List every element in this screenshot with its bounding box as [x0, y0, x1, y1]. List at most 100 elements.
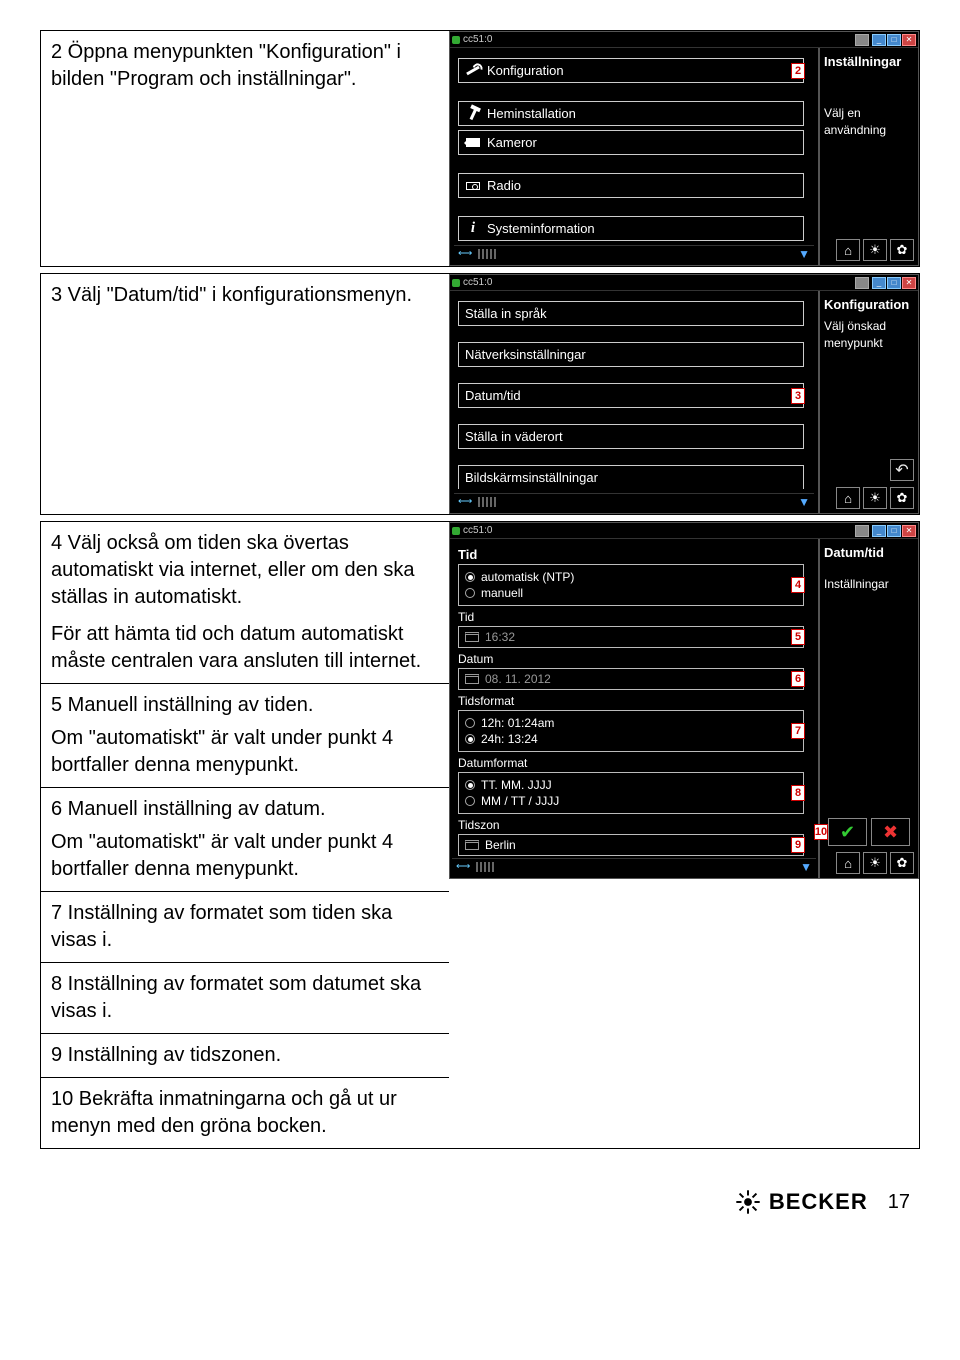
datumformat-group[interactable]: TT. MM. JJJJ MM / TT / JJJJ 8	[458, 772, 804, 814]
menu-systeminfo[interactable]: i Systeminformation	[458, 216, 804, 241]
input-tidszon[interactable]: Berlin 9	[458, 834, 804, 856]
menu-heminstallation[interactable]: Heminstallation	[458, 101, 804, 126]
close-icon[interactable]: ✕	[902, 277, 916, 289]
scroll-down-icon[interactable]: ▼	[798, 495, 810, 509]
signal-icon	[478, 249, 496, 259]
menu-label: Nätverksinställningar	[465, 347, 586, 362]
step4-cell: 4 Välj också om tiden ska övertas automa…	[41, 522, 449, 683]
wrench-icon	[465, 64, 481, 78]
maximize-icon[interactable]: □	[887, 34, 901, 46]
section-tid: Tid	[458, 547, 810, 562]
sun-icon[interactable]: ☀	[863, 239, 887, 261]
radio-manuell[interactable]: manuell	[465, 586, 797, 600]
marker-10: 10	[814, 824, 828, 840]
marker-2: 2	[791, 63, 805, 79]
menu-konfiguration[interactable]: Konfiguration 2	[458, 58, 804, 83]
menu-vader[interactable]: Ställa in väderort	[458, 424, 804, 449]
sun-icon[interactable]: ☀	[863, 487, 887, 509]
camera-icon	[465, 136, 481, 150]
marker-7: 7	[791, 723, 805, 739]
radio-icon	[465, 572, 475, 582]
home-icon[interactable]: ⌂	[836, 852, 860, 874]
step2-device: cc51:0 _ □ ✕ Konfiguration 2	[449, 31, 919, 266]
cancel-button[interactable]: ✖	[871, 818, 910, 846]
connection-icon: ⟷	[456, 861, 470, 872]
radio-12h[interactable]: 12h: 01:24am	[465, 716, 797, 730]
step5-cell: 5 Manuell inställning av tiden. Om "auto…	[41, 683, 449, 787]
menu-kameror[interactable]: Kameror	[458, 130, 804, 155]
menu-bildskarm[interactable]: Bildskärmsinställningar	[458, 465, 804, 489]
menu-label: Heminstallation	[487, 106, 576, 121]
step9-cell: 9 Inställning av tidszonen.	[41, 1033, 449, 1077]
minimize-icon[interactable]: _	[872, 277, 886, 289]
radio-24h[interactable]: 24h: 13:24	[465, 732, 797, 746]
input-tid[interactable]: 16:32 5	[458, 626, 804, 648]
status-bar: ⟷ ▼	[454, 493, 814, 509]
maximize-icon[interactable]: □	[887, 277, 901, 289]
close-icon[interactable]: ✕	[902, 525, 916, 537]
printer-icon[interactable]	[855, 277, 869, 289]
gear-icon[interactable]: ✿	[890, 239, 914, 261]
radio-icon	[465, 718, 475, 728]
connection-icon: ⟷	[458, 496, 472, 507]
menu-radio[interactable]: Radio	[458, 173, 804, 198]
step6-b: Om "automatiskt" är valt under punkt 4 b…	[51, 829, 439, 883]
step4-p1: 4 Välj också om tiden ska övertas automa…	[51, 530, 439, 611]
radio-df1[interactable]: TT. MM. JJJJ	[465, 778, 797, 792]
radio-icon	[465, 796, 475, 806]
printer-icon[interactable]	[855, 34, 869, 46]
step4-row: 4 Välj också om tiden ska övertas automa…	[40, 521, 920, 1149]
back-icon[interactable]: ↶	[890, 459, 914, 481]
side-sub2: menypunkt	[824, 335, 914, 352]
step8-cell: 8 Inställning av formatet som datumet sk…	[41, 962, 449, 1033]
radio-icon	[465, 780, 475, 790]
radio-label: TT. MM. JJJJ	[481, 778, 552, 792]
gear-icon[interactable]: ✿	[890, 487, 914, 509]
gear-icon[interactable]: ✿	[890, 852, 914, 874]
minimize-icon[interactable]: _	[872, 34, 886, 46]
step4-device: cc51:0 _ □ ✕ Tid automatisk (NTP) manuel…	[449, 522, 919, 879]
scroll-down-icon[interactable]: ▼	[800, 860, 812, 874]
menu-natverk[interactable]: Nätverksinställningar	[458, 342, 804, 367]
sun-icon[interactable]: ☀	[863, 852, 887, 874]
step4-p2: För att hämta tid och datum automatiskt …	[51, 621, 439, 675]
radio-df2[interactable]: MM / TT / JJJJ	[465, 794, 797, 808]
step7-cell: 7 Inställning av formatet som tiden ska …	[41, 891, 449, 962]
radio-label: 12h: 01:24am	[481, 716, 554, 730]
label-tidsformat: Tidsformat	[458, 694, 810, 708]
status-bar: ⟷ ▼	[454, 245, 814, 261]
tid-mode-group[interactable]: automatisk (NTP) manuell 4	[458, 564, 804, 606]
signal-icon	[476, 862, 494, 872]
menu-sprak[interactable]: Ställa in språk	[458, 301, 804, 326]
confirm-button[interactable]: ✔	[828, 818, 867, 846]
menu-label: Bildskärmsinställningar	[465, 470, 598, 485]
input-datum[interactable]: 08. 11. 2012 6	[458, 668, 804, 690]
marker-4: 4	[791, 577, 805, 593]
maximize-icon[interactable]: □	[887, 525, 901, 537]
signal-icon	[478, 497, 496, 507]
step2-text: 2 Öppna menypunkten "Konfiguration" i bi…	[41, 31, 449, 266]
label-datum: Datum	[458, 652, 810, 666]
step5-b: Om "automatiskt" är valt under punkt 4 b…	[51, 725, 439, 779]
home-icon[interactable]: ⌂	[836, 487, 860, 509]
brand-text: BECKER	[769, 1189, 868, 1215]
connection-icon: ⟷	[458, 248, 472, 259]
radio-label: manuell	[481, 586, 523, 600]
minimize-icon[interactable]: _	[872, 525, 886, 537]
close-icon[interactable]: ✕	[902, 34, 916, 46]
scroll-down-icon[interactable]: ▼	[798, 247, 810, 261]
side-title: Datum/tid	[824, 545, 914, 560]
value-tidszon: Berlin	[485, 838, 516, 852]
label-tid: Tid	[458, 610, 810, 624]
home-icon[interactable]: ⌂	[836, 239, 860, 261]
side-sub1: Välj önskad	[824, 318, 914, 335]
radio-label: 24h: 13:24	[481, 732, 538, 746]
device-titlebar: cc51:0 _ □ ✕	[450, 32, 918, 48]
step6-a: 6 Manuell inställning av datum.	[51, 796, 439, 823]
radio-auto[interactable]: automatisk (NTP)	[465, 570, 797, 584]
radio-label: MM / TT / JJJJ	[481, 794, 559, 808]
tidsformat-group[interactable]: 12h: 01:24am 24h: 13:24 7	[458, 710, 804, 752]
printer-icon[interactable]	[855, 525, 869, 537]
menu-datumtid[interactable]: Datum/tid 3	[458, 383, 804, 408]
label-tidszon: Tidszon	[458, 818, 810, 832]
